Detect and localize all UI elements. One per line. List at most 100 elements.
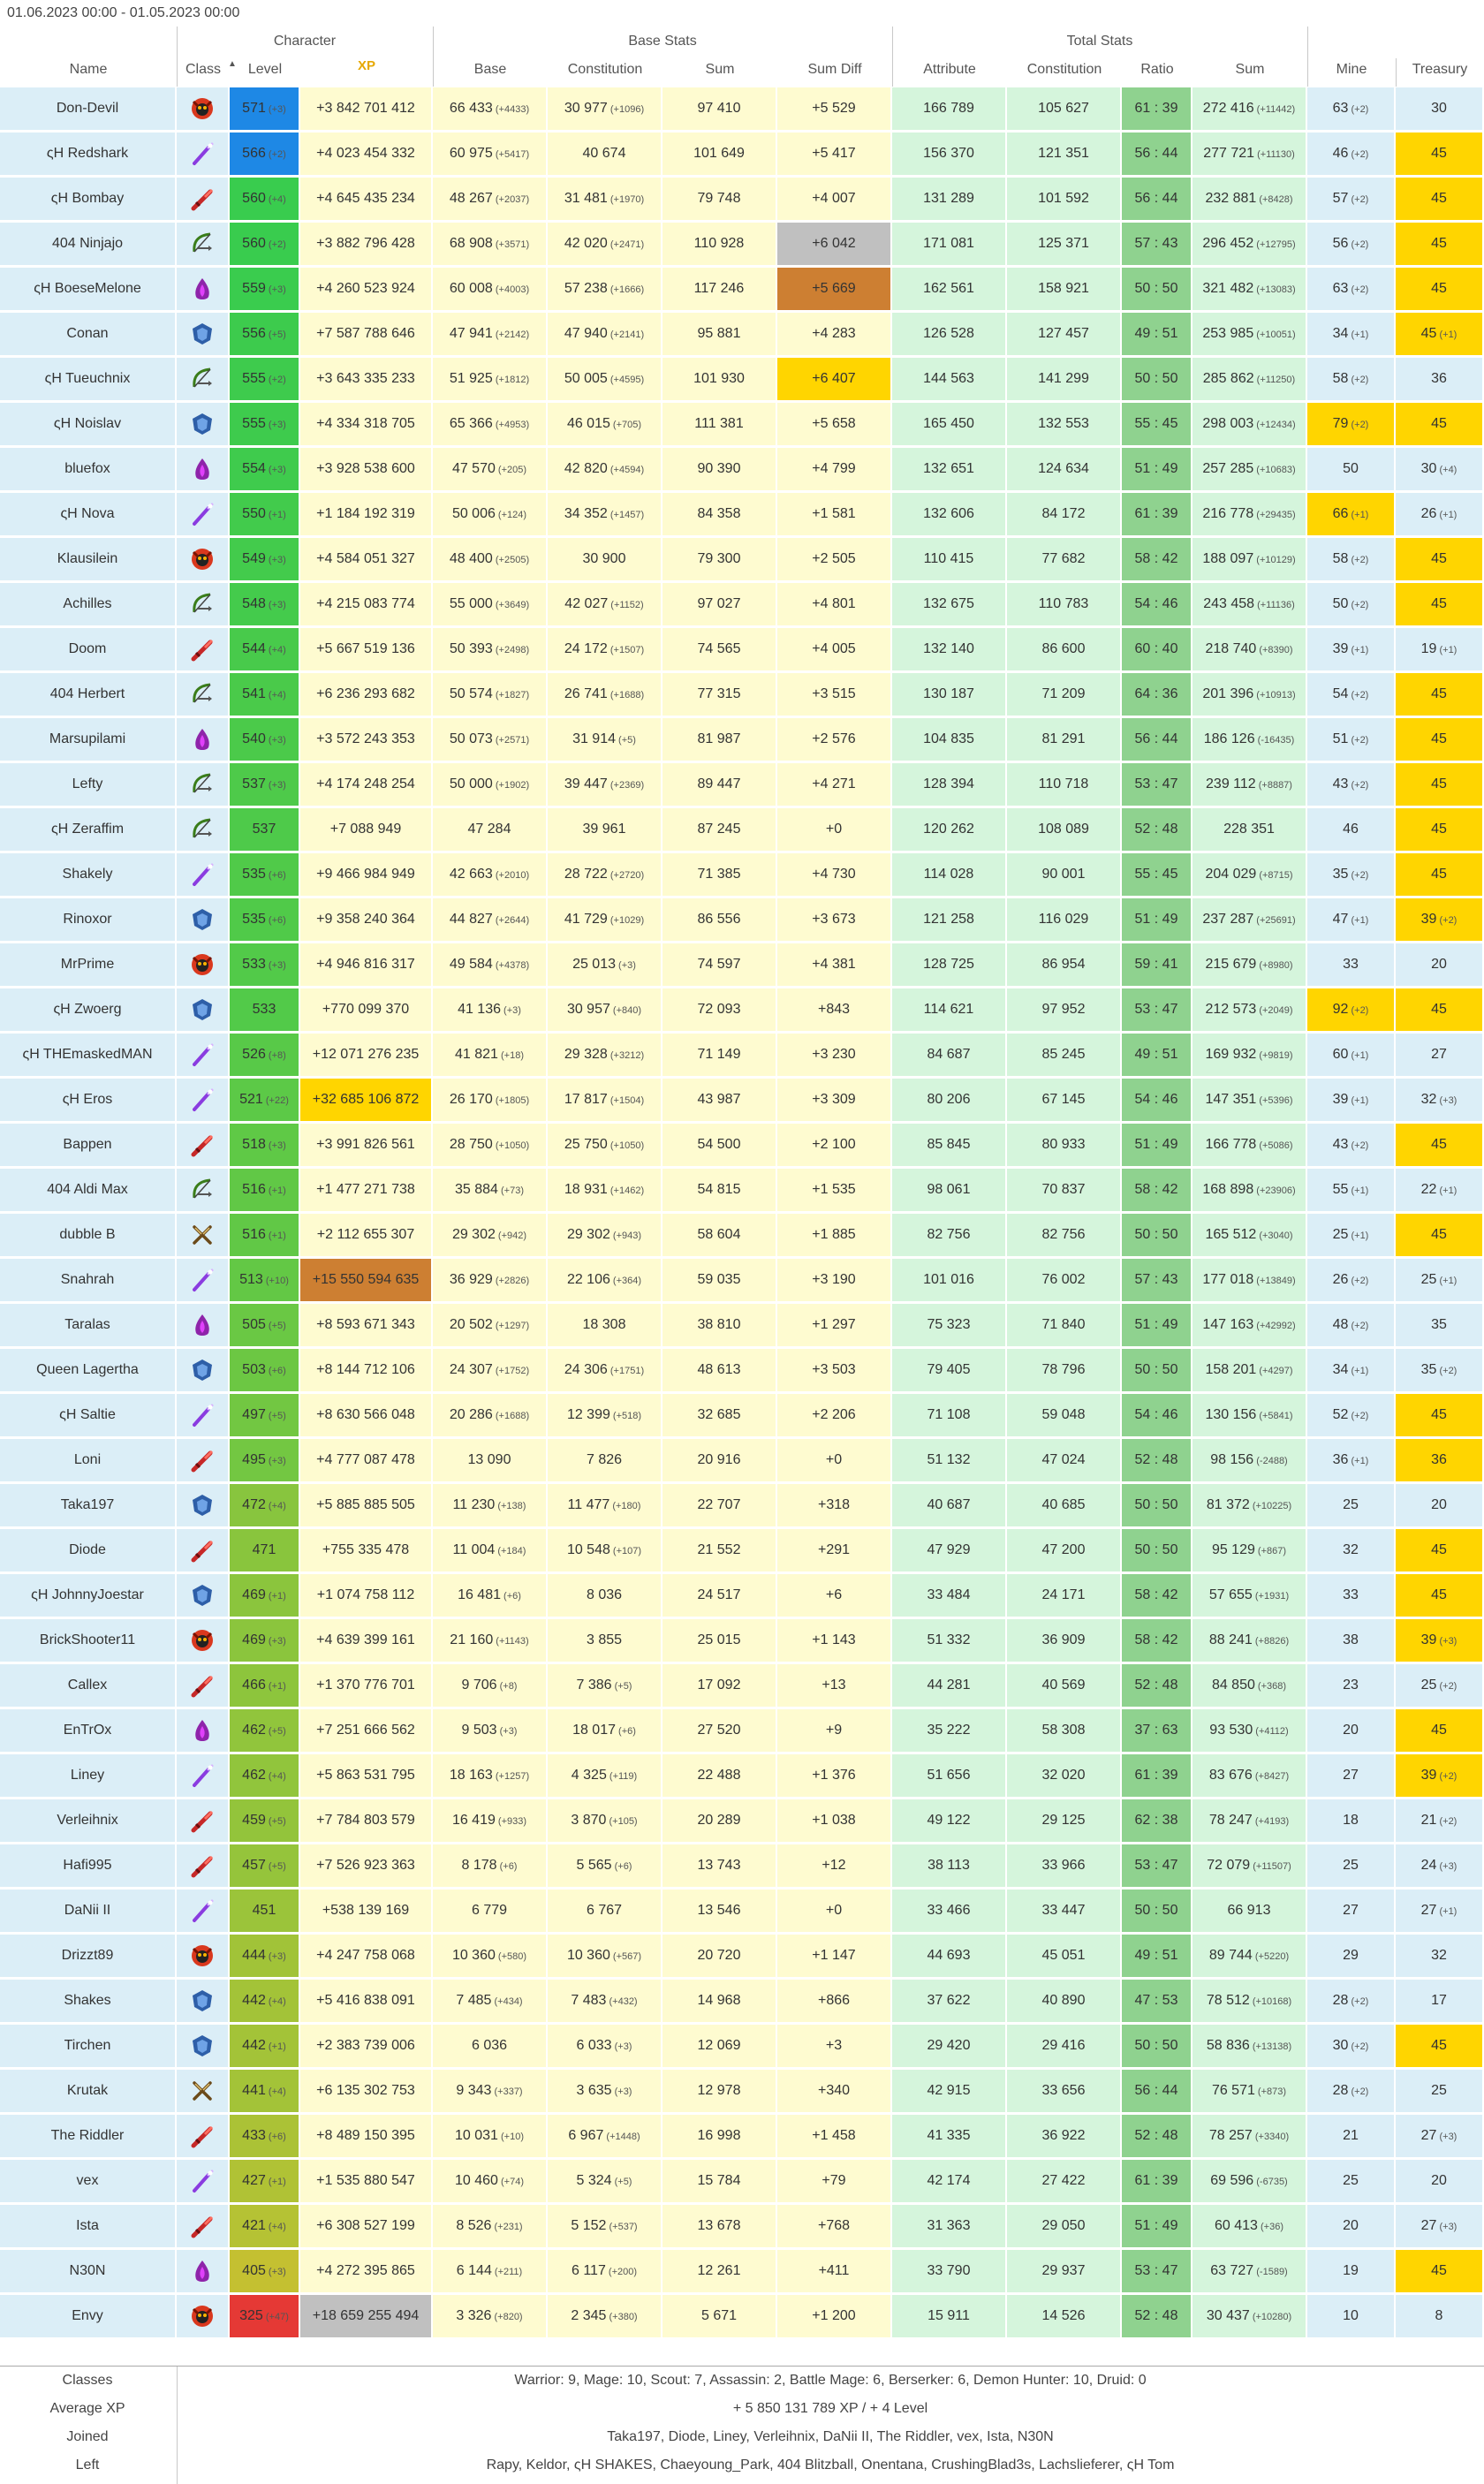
player-name[interactable]: ςH Saltie — [0, 1394, 175, 1436]
player-name[interactable]: Conan — [0, 313, 175, 355]
player-name[interactable]: Queen Lagertha — [0, 1349, 175, 1391]
player-name[interactable]: dubble B — [0, 1214, 175, 1256]
xp: +7 088 949 — [300, 808, 431, 851]
player-name[interactable]: 404 Herbert — [0, 673, 175, 716]
player-name[interactable]: Envy — [0, 2295, 175, 2337]
player-name[interactable]: Shakely — [0, 853, 175, 896]
total-sum: 239 112 (+8887) — [1192, 763, 1306, 806]
sum-diff: +0 — [777, 1439, 890, 1481]
player-name[interactable]: ςH Bombay — [0, 178, 175, 220]
player-name[interactable]: Taka197 — [0, 1484, 175, 1526]
constitution-stat: 7 826 — [548, 1439, 661, 1481]
level: 325 (+47) — [230, 2295, 299, 2337]
player-name[interactable]: vex — [0, 2160, 175, 2202]
total-sum: 186 126 (-16435) — [1192, 718, 1306, 761]
level: 555 (+3) — [230, 403, 299, 445]
player-name[interactable]: ςH Eros — [0, 1079, 175, 1121]
col-total-constitution[interactable]: Constitution — [1007, 62, 1122, 78]
player-name[interactable]: ςH Redshark — [0, 133, 175, 175]
base-stat: 66 433 (+4433) — [433, 87, 546, 130]
level: 442 (+4) — [230, 1980, 299, 2022]
sum-diff: +1 885 — [777, 1214, 890, 1256]
player-name[interactable]: Lefty — [0, 763, 175, 806]
player-name[interactable]: Drizzt89 — [0, 1935, 175, 1977]
summary-footer: Classes Warrior: 9, Mage: 10, Scout: 7, … — [0, 2366, 1484, 2484]
player-name[interactable]: Doom — [0, 628, 175, 670]
player-name[interactable]: Hafi995 — [0, 1844, 175, 1887]
player-name[interactable]: DaNii II — [0, 1890, 175, 1932]
player-name[interactable]: bluefox — [0, 448, 175, 490]
constitution-stat: 28 722 (+2720) — [548, 853, 661, 896]
player-name[interactable]: Ista — [0, 2205, 175, 2247]
joined-label: Joined — [66, 2429, 109, 2444]
base-sum: 43 987 — [662, 1079, 776, 1121]
player-name[interactable]: ςH BoeseMelone — [0, 268, 175, 310]
player-name[interactable]: Shakes — [0, 1980, 175, 2022]
col-attribute[interactable]: Attribute — [892, 62, 1007, 78]
druid-class-icon — [189, 726, 216, 753]
player-name[interactable]: MrPrime — [0, 943, 175, 986]
xp: +5 885 885 505 — [300, 1484, 431, 1526]
player-name[interactable]: ςH Noislav — [0, 403, 175, 445]
ratio: 50 : 50 — [1122, 2025, 1191, 2067]
class-icon — [177, 1214, 228, 1256]
player-name[interactable]: 404 Ninjajo — [0, 223, 175, 265]
col-name[interactable]: Name — [0, 62, 177, 78]
table-row: ςH JohnnyJoestar 469 (+1) +1 074 758 112 16… — [0, 1574, 1484, 1619]
col-total-sum[interactable]: Sum — [1192, 62, 1307, 78]
level: 427 (+1) — [230, 2160, 299, 2202]
player-name[interactable]: ςH Zeraffim — [0, 808, 175, 851]
player-name[interactable]: Diode — [0, 1529, 175, 1571]
col-xp-icon[interactable]: XP — [300, 58, 433, 73]
col-class[interactable]: Class — [177, 62, 230, 78]
player-name[interactable]: EnTrOx — [0, 1709, 175, 1752]
player-name[interactable]: ςH THEmaskedMAN — [0, 1034, 175, 1076]
col-ratio[interactable]: Ratio — [1122, 62, 1192, 78]
group-base-stats: Base Stats — [628, 34, 697, 49]
scout-class-icon — [189, 591, 216, 617]
treasury: 45 — [1396, 223, 1482, 265]
player-name[interactable]: The Riddler — [0, 2115, 175, 2157]
player-name[interactable]: Rinoxor — [0, 898, 175, 941]
total-sum: 84 850 (+368) — [1192, 1664, 1306, 1707]
col-constitution[interactable]: Constitution — [548, 62, 662, 78]
classes-value: Warrior: 9, Mage: 10, Scout: 7, Assassin… — [514, 2373, 1147, 2388]
player-name[interactable]: ςH Tueuchnix — [0, 358, 175, 400]
treasury: 36 — [1396, 358, 1482, 400]
base-stat: 55 000 (+3649) — [433, 583, 546, 625]
player-name[interactable]: Bappen — [0, 1124, 175, 1166]
player-name[interactable]: Marsupilami — [0, 718, 175, 761]
level: 444 (+3) — [230, 1935, 299, 1977]
player-name[interactable]: Verleihnix — [0, 1799, 175, 1842]
player-name[interactable]: BrickShooter11 — [0, 1619, 175, 1662]
player-name[interactable]: Don-Devil — [0, 87, 175, 130]
player-name[interactable]: ςH Zwoerg — [0, 988, 175, 1031]
warrior-class-icon — [189, 1807, 216, 1834]
demon-class-icon — [189, 1943, 216, 1969]
player-name[interactable]: Achilles — [0, 583, 175, 625]
player-name[interactable]: Loni — [0, 1439, 175, 1481]
sum-diff: +5 529 — [777, 87, 890, 130]
player-name[interactable]: Tirchen — [0, 2025, 175, 2067]
player-name[interactable]: Liney — [0, 1754, 175, 1797]
col-base[interactable]: Base — [433, 62, 548, 78]
total-constitution: 78 796 — [1007, 1349, 1120, 1391]
col-sum[interactable]: Sum — [662, 62, 777, 78]
col-treasury[interactable]: Treasury — [1396, 62, 1484, 78]
table-row: Marsupilami 540 (+3) +3 572 243 353 50 073 … — [0, 718, 1484, 763]
player-name[interactable]: N30N — [0, 2250, 175, 2292]
col-level[interactable]: Level — [230, 62, 300, 78]
total-attribute: 79 405 — [892, 1349, 1005, 1391]
player-name[interactable]: Klausilein — [0, 538, 175, 580]
col-sum-diff[interactable]: Sum Diff — [777, 62, 892, 78]
player-name[interactable]: Krutak — [0, 2070, 175, 2112]
player-name[interactable]: Snahrah — [0, 1259, 175, 1301]
player-name[interactable]: Taralas — [0, 1304, 175, 1346]
col-mine[interactable]: Mine — [1307, 62, 1396, 78]
player-name[interactable]: ςH JohnnyJoestar — [0, 1574, 175, 1617]
total-attribute: 42 174 — [892, 2160, 1005, 2202]
player-name[interactable]: Callex — [0, 1664, 175, 1707]
base-sum: 59 035 — [662, 1259, 776, 1301]
player-name[interactable]: 404 Aldi Max — [0, 1169, 175, 1211]
player-name[interactable]: ςH Nova — [0, 493, 175, 535]
